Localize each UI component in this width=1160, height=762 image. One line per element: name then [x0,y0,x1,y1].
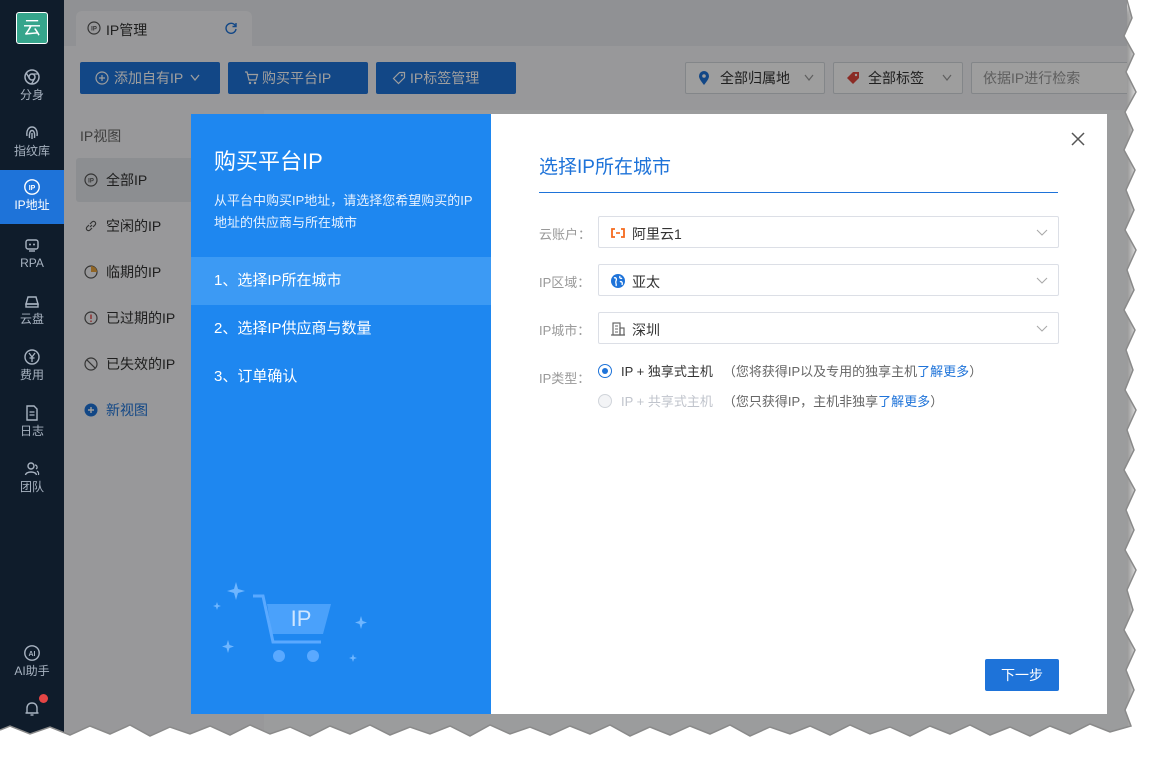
buy-platform-ip-dialog: 购买平台IP 从平台中购买IP地址，请选择您希望购买的IP地址的供应商与所在城市… [191,114,1107,714]
chevron-down-icon [1036,325,1048,332]
nav-label: 云盘 [19,312,44,326]
radio-label: IP + 共享式主机 [621,394,713,409]
log-icon [26,405,38,421]
globe-icon [611,274,625,288]
team-icon [24,462,40,476]
cloud-account-label: 云账户： [539,227,592,242]
nav-label: 日志 [19,424,44,438]
nav-item-ai-assistant[interactable]: AI AI助手 [0,638,64,688]
fingerprint-icon [26,126,38,139]
robot-icon [25,239,39,252]
radio-shared-host: IP + 共享式主机 （您只获得IP，主机非独享了解更多） [598,392,943,412]
ip-type-label: IP类型： [539,371,591,386]
nav-item-cloud-drive[interactable]: 云盘 [0,286,64,336]
svg-text:IP: IP [29,185,36,192]
nav-item-avatar-profiles[interactable]: 分身 [0,62,64,112]
notification-badge [39,694,48,703]
nav-item-fingerprint[interactable]: 指纹库 [0,118,64,168]
nav-item-team[interactable]: 团队 [0,454,64,504]
section-title: 选择IP所在城市 [539,157,671,178]
dialog-title: 购买平台IP [214,149,323,174]
chrome-icon [24,69,40,85]
step-select-provider: 2、选择IP供应商与数量 [214,320,372,337]
nav-label: IP地址 [14,198,50,212]
ip-city-label: IP城市： [539,323,591,338]
ip-icon: IP [24,179,40,195]
nav-item-billing[interactable]: 费用 [0,342,64,392]
nav-label: 指纹库 [13,144,50,158]
dialog-step-panel: 购买平台IP 从平台中购买IP地址，请选择您希望购买的IP地址的供应商与所在城市… [191,114,491,714]
radio-note: （您将获得IP以及专用的独享主机 [722,364,918,379]
yen-icon [24,349,40,365]
step-select-city: 1、选择IP所在城市 [191,257,491,305]
chevron-down-icon [1036,277,1048,284]
chevron-down-icon [1036,229,1048,236]
nav-item-ip[interactable]: IP IP地址 [0,170,64,224]
radio-note-close: ） [969,364,983,379]
shopping-cart-illustration-icon: IP [213,582,367,662]
building-icon [611,322,625,336]
radio-note: （您只获得IP，主机非独享 [722,394,879,409]
svg-text:AI: AI [29,651,36,658]
cloud-account-select[interactable]: 阿里云1 [598,216,1059,248]
ip-region-value: 亚太 [632,274,660,290]
nav-label: AI助手 [14,664,50,678]
radio-button-checked[interactable] [598,364,612,378]
nav-label: 费用 [19,368,44,382]
radio-dedicated-host[interactable]: IP + 独享式主机 （您将获得IP以及专用的独享主机了解更多） [598,362,982,382]
cloud-drive-icon [25,296,39,308]
bell-icon [25,702,39,716]
ip-region-label: IP区域： [539,275,591,290]
learn-more-link[interactable]: 了解更多 [878,394,930,409]
svg-text:IP: IP [291,606,312,631]
ip-city-value: 深圳 [632,322,660,338]
ip-region-select[interactable]: 亚太 [598,264,1059,296]
nav-item-logs[interactable]: 日志 [0,398,64,448]
nav-label: 团队 [19,480,44,494]
radio-note-close: ） [930,394,944,409]
nav-item-rpa[interactable]: RPA [0,230,64,280]
learn-more-link[interactable]: 了解更多 [917,364,969,379]
dialog-description: 从平台中购买IP地址，请选择您希望购买的IP地址的供应商与所在城市 [214,193,473,230]
ip-city-select[interactable]: 深圳 [598,312,1059,344]
ai-icon: AI [24,645,40,661]
radio-label: IP + 独享式主机 [621,364,713,379]
nav-label: 分身 [19,88,44,102]
main-nav: 云 分身 指纹库 IP IP地址 RPA 云盘 费用 日志 团队 AI AI助手 [0,0,64,738]
aliyun-icon [611,228,625,238]
app-logo[interactable]: 云 [16,12,48,44]
cloud-account-value: 阿里云1 [632,226,682,242]
nav-item-notifications[interactable] [0,694,64,734]
nav-label: RPA [20,256,44,270]
section-divider [539,192,1058,193]
close-icon[interactable] [1069,130,1087,148]
step-order-confirm: 3、订单确认 [214,368,298,385]
radio-button-disabled [598,394,612,408]
dialog-form-panel: 选择IP所在城市 云账户： 阿里云1 IP区域： 亚太 IP城市： 深圳 IP类… [491,114,1107,714]
next-step-button[interactable]: 下一步 [985,659,1059,691]
